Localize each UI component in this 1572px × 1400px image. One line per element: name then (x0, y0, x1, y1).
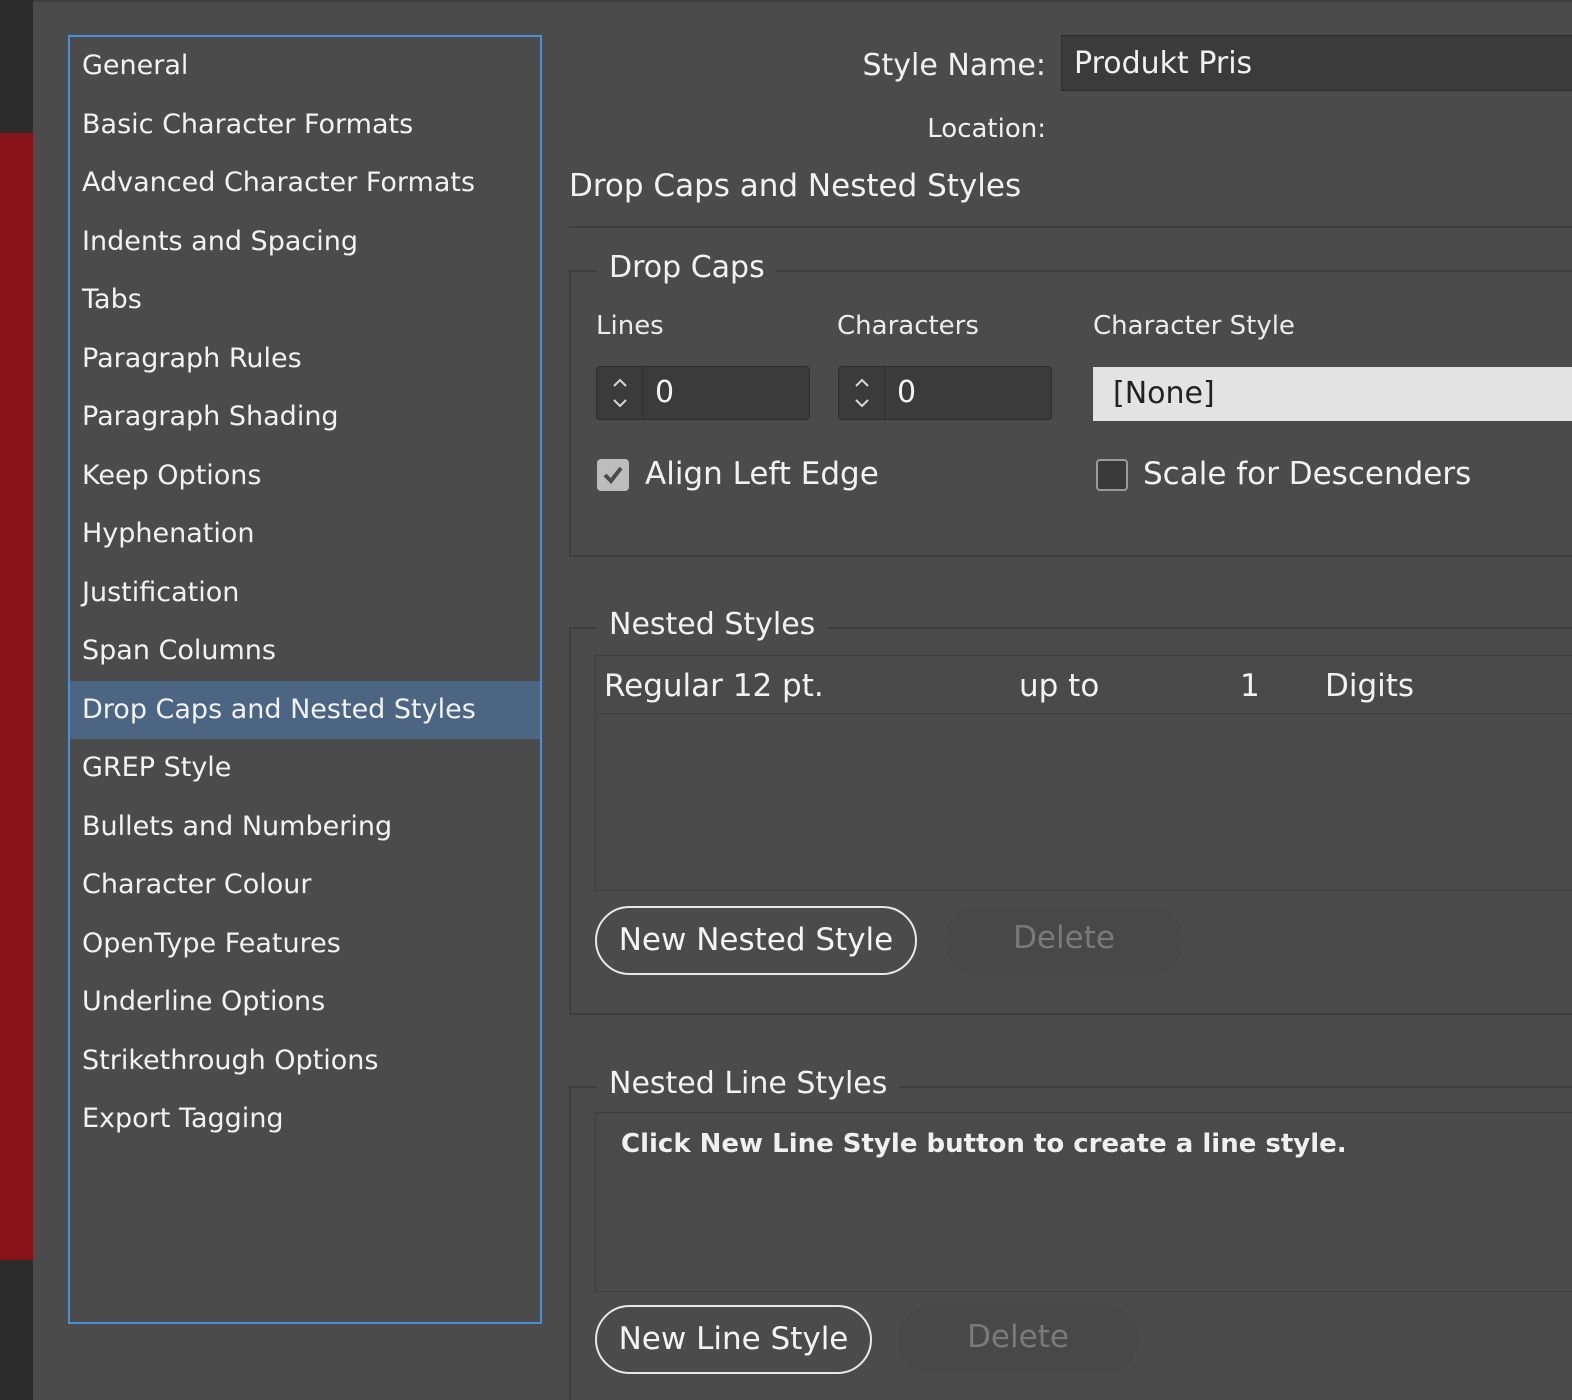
category-list[interactable]: General Basic Character Formats Advanced C… (68, 35, 542, 1324)
background-document (0, 133, 33, 1260)
style-name-input[interactable]: Produkt Pris (1061, 35, 1572, 91)
sidebar-item-character-colour[interactable]: Character Colour (70, 856, 540, 915)
sidebar-item-paragraph-shading[interactable]: Paragraph Shading (70, 388, 540, 447)
lines-label: Lines (596, 311, 664, 341)
style-name-label: Style Name: (862, 48, 1046, 83)
new-line-style-button[interactable]: New Line Style (595, 1305, 872, 1374)
sidebar-item-grep-style[interactable]: GREP Style (70, 739, 540, 798)
sidebar-item-general[interactable]: General (70, 37, 540, 96)
nested-line-styles-list[interactable]: Click New Line Style button to create a … (595, 1112, 1572, 1292)
new-nested-style-button[interactable]: New Nested Style (595, 906, 917, 975)
characters-stepper-arrows-icon[interactable] (839, 367, 885, 419)
section-divider (569, 226, 1572, 228)
sidebar-item-underline-options[interactable]: Underline Options (70, 973, 540, 1032)
sidebar-item-strikethrough-options[interactable]: Strikethrough Options (70, 1032, 540, 1091)
nested-style-name[interactable]: Regular 12 pt. (604, 668, 824, 704)
sidebar-item-opentype-features[interactable]: OpenType Features (70, 915, 540, 974)
characters-stepper[interactable]: 0 (838, 366, 1052, 420)
sidebar-item-bullets-and-numbering[interactable]: Bullets and Numbering (70, 798, 540, 857)
character-style-select[interactable]: [None] (1093, 367, 1572, 421)
sidebar-item-keep-options[interactable]: Keep Options (70, 447, 540, 506)
align-left-edge-checkbox[interactable] (597, 459, 629, 491)
section-title: Drop Caps and Nested Styles (569, 168, 1022, 204)
checkmark-icon (603, 466, 623, 485)
sidebar-item-hyphenation[interactable]: Hyphenation (70, 505, 540, 564)
sidebar-item-span-columns[interactable]: Span Columns (70, 622, 540, 681)
line-styles-hint: Click New Line Style button to create a … (621, 1129, 1347, 1159)
sidebar-item-justification[interactable]: Justification (70, 564, 540, 623)
nested-style-row[interactable]: Regular 12 pt. up to 1 Digits (596, 656, 1572, 714)
nested-style-mode[interactable]: up to (1019, 668, 1099, 704)
sidebar-item-advanced-character-formats[interactable]: Advanced Character Formats (70, 154, 540, 213)
sidebar-item-tabs[interactable]: Tabs (70, 271, 540, 330)
nested-style-unit[interactable]: Digits (1325, 668, 1414, 704)
characters-label: Characters (837, 311, 979, 341)
sidebar-item-indents-and-spacing[interactable]: Indents and Spacing (70, 213, 540, 272)
align-left-edge-label[interactable]: Align Left Edge (645, 456, 879, 492)
scale-for-descenders-checkbox[interactable] (1096, 459, 1128, 491)
characters-value[interactable]: 0 (897, 367, 916, 419)
nested-styles-legend: Nested Styles (597, 607, 828, 642)
delete-line-style-button[interactable]: Delete (898, 1305, 1138, 1374)
sidebar-item-basic-character-formats[interactable]: Basic Character Formats (70, 96, 540, 155)
location-label: Location: (927, 114, 1046, 144)
sidebar-item-export-tagging[interactable]: Export Tagging (70, 1090, 540, 1149)
nested-styles-list[interactable]: Regular 12 pt. up to 1 Digits (595, 655, 1572, 891)
nested-style-count[interactable]: 1 (1240, 668, 1260, 704)
delete-nested-style-button[interactable]: Delete (944, 906, 1184, 975)
scale-for-descenders-label[interactable]: Scale for Descenders (1143, 456, 1471, 492)
lines-stepper[interactable]: 0 (596, 366, 810, 420)
drop-caps-legend: Drop Caps (597, 250, 777, 285)
nested-line-styles-legend: Nested Line Styles (597, 1066, 900, 1101)
sidebar-item-paragraph-rules[interactable]: Paragraph Rules (70, 330, 540, 389)
lines-value[interactable]: 0 (655, 367, 674, 419)
character-style-label: Character Style (1093, 311, 1295, 341)
lines-stepper-arrows-icon[interactable] (597, 367, 643, 419)
sidebar-item-drop-caps-and-nested-styles[interactable]: Drop Caps and Nested Styles (70, 680, 540, 739)
